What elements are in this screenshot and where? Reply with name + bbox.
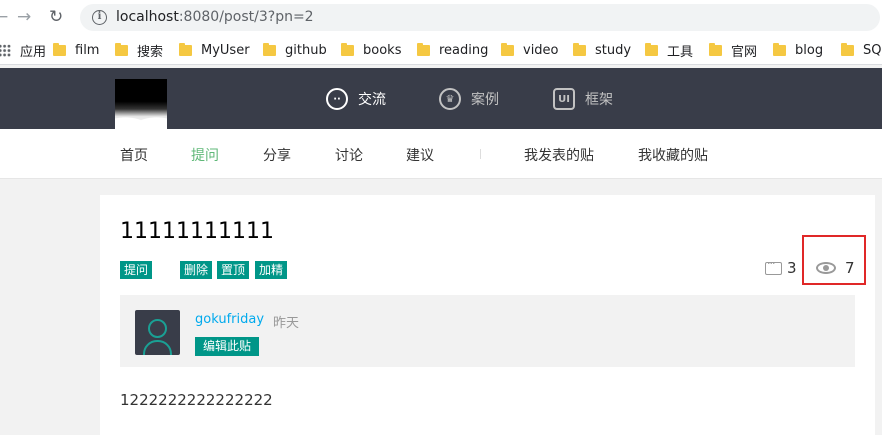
folder-icon bbox=[841, 42, 854, 56]
header-nav-framework[interactable]: UI 框架 bbox=[553, 87, 613, 111]
edit-post-button[interactable]: 编辑此贴 bbox=[195, 337, 260, 356]
info-icon[interactable]: i bbox=[92, 10, 107, 25]
post-time: 昨天 bbox=[273, 316, 300, 331]
avatar[interactable] bbox=[135, 310, 180, 355]
author-info: gokufriday 昨天 编辑此贴 bbox=[120, 295, 855, 367]
folder-icon bbox=[573, 42, 586, 56]
bookmark-video[interactable]: video bbox=[501, 41, 559, 59]
crown-icon: ♛ bbox=[439, 88, 461, 110]
folder-icon bbox=[53, 42, 66, 56]
sub-navigation: 首页 提问 分享 讨论 建议 我发表的贴 我收藏的贴 bbox=[0, 129, 882, 179]
chat-bubble-icon: ·· bbox=[326, 88, 348, 110]
forward-arrow-icon[interactable]: → bbox=[17, 7, 31, 27]
feature-button[interactable]: 加精 bbox=[255, 261, 288, 279]
bookmark-study[interactable]: study bbox=[573, 41, 631, 59]
browser-toolbar: ← → ↻ i localhost:8080/post/3?pn=2 bbox=[0, 0, 882, 35]
bookmark-tools[interactable]: 工具 bbox=[645, 41, 693, 60]
author-name[interactable]: gokufriday bbox=[195, 312, 264, 327]
bookmark-github[interactable]: github bbox=[263, 41, 327, 59]
highlight-box bbox=[802, 235, 866, 285]
bookmark-books[interactable]: books bbox=[341, 41, 401, 59]
header-nav-exchange[interactable]: ·· 交流 bbox=[326, 87, 386, 111]
post-panel: 11111111111 提问 删除 置顶 加精 3 7 gokufriday 昨… bbox=[100, 195, 875, 435]
subnav-my-posts[interactable]: 我发表的贴 bbox=[524, 145, 594, 165]
folder-icon bbox=[179, 42, 192, 56]
site-header: ·· 交流 ♛ 案例 UI 框架 bbox=[0, 68, 882, 129]
folder-icon bbox=[115, 42, 128, 56]
bookmark-film[interactable]: film bbox=[53, 41, 99, 59]
subnav-my-favorites[interactable]: 我收藏的贴 bbox=[638, 145, 708, 165]
subnav-questions[interactable]: 提问 bbox=[191, 145, 219, 165]
header-nav-cases[interactable]: ♛ 案例 bbox=[439, 87, 499, 111]
bookmark-myuser[interactable]: MyUser bbox=[179, 41, 250, 59]
bookmark-reading[interactable]: reading bbox=[417, 41, 488, 59]
subnav-home[interactable]: 首页 bbox=[120, 145, 148, 165]
bookmark-search[interactable]: 搜索 bbox=[115, 41, 163, 60]
bookmarks-bar: 应用 film 搜索 MyUser github books reading v… bbox=[0, 35, 882, 65]
back-arrow-icon[interactable]: ← bbox=[0, 7, 8, 27]
folder-icon bbox=[709, 42, 722, 56]
comment-count: 3 bbox=[765, 257, 797, 277]
subnav-discuss[interactable]: 讨论 bbox=[335, 145, 363, 165]
bookmark-blog[interactable]: blog bbox=[773, 41, 823, 59]
subnav-suggest[interactable]: 建议 bbox=[406, 145, 434, 165]
delete-button[interactable]: 删除 bbox=[180, 261, 213, 279]
apps-grid-icon bbox=[0, 43, 11, 57]
bookmark-official[interactable]: 官网 bbox=[709, 41, 757, 60]
url-text[interactable]: localhost:8080/post/3?pn=2 bbox=[116, 9, 314, 25]
bookmark-sql[interactable]: SQL bbox=[841, 41, 882, 59]
folder-icon bbox=[501, 42, 514, 56]
pin-button[interactable]: 置顶 bbox=[217, 261, 250, 279]
folder-icon bbox=[417, 42, 430, 56]
bookmark-apps[interactable]: 应用 bbox=[0, 41, 46, 60]
nav-divider bbox=[480, 149, 481, 159]
post-content: 1222222222222222 bbox=[120, 391, 273, 409]
post-title: 11111111111 bbox=[120, 219, 274, 244]
reload-icon[interactable]: ↻ bbox=[49, 7, 63, 27]
folder-icon bbox=[341, 42, 354, 56]
subnav-share[interactable]: 分享 bbox=[263, 145, 291, 165]
comment-icon bbox=[765, 257, 782, 275]
folder-icon bbox=[645, 42, 658, 56]
folder-icon bbox=[263, 42, 276, 56]
site-logo[interactable] bbox=[115, 79, 167, 129]
folder-icon bbox=[773, 42, 786, 56]
address-bar[interactable]: i localhost:8080/post/3?pn=2 bbox=[80, 4, 880, 31]
category-badge: 提问 bbox=[120, 261, 153, 279]
ui-logo-icon: UI bbox=[553, 88, 575, 110]
